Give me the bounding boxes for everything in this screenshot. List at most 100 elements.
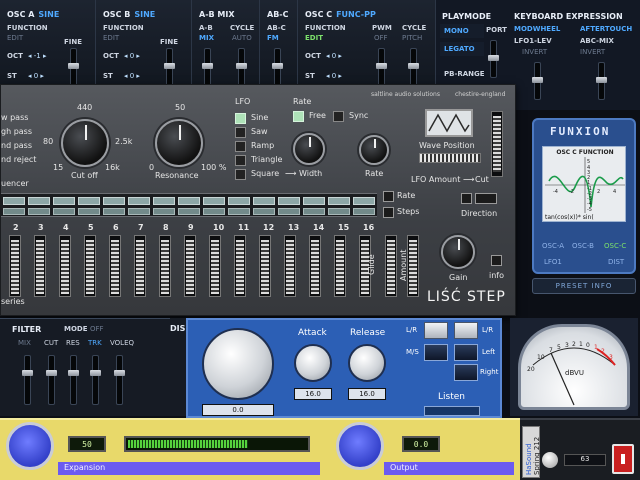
step-led-13[interactable] — [278, 197, 300, 205]
step-fader-8[interactable] — [159, 235, 171, 297]
step-led-2[interactable] — [3, 197, 25, 205]
step-fader-12[interactable] — [259, 235, 271, 297]
step-led-4[interactable] — [53, 197, 75, 205]
expansion-knob[interactable] — [6, 422, 54, 470]
step-led-11[interactable] — [228, 197, 250, 205]
osc-c-pwm-slider[interactable] — [376, 48, 387, 86]
step-led-3[interactable] — [28, 197, 50, 205]
tab-osc-b[interactable]: OSC-B — [572, 242, 594, 250]
step-fader-11[interactable] — [234, 235, 246, 297]
tab-osc-a[interactable]: OSC-A — [542, 242, 564, 250]
step-led-8[interactable] — [153, 197, 175, 205]
step-toggle-5[interactable] — [78, 208, 100, 215]
osc-b-st-stepper[interactable]: ◂ 0 ▸ — [124, 72, 140, 80]
step-rate-button[interactable] — [383, 191, 394, 202]
rate-knob[interactable] — [359, 135, 389, 165]
filter-type-bandpass[interactable]: nd pass — [1, 141, 32, 150]
filter-cut-slider[interactable] — [46, 355, 57, 405]
rate-sync-checkbox[interactable] — [333, 111, 344, 122]
step-led-7[interactable] — [128, 197, 150, 205]
ab-c-fm-mode[interactable]: FM — [267, 34, 279, 42]
modwheel-invert-button[interactable]: INVERT — [522, 48, 547, 56]
lfo1-lev-target[interactable]: LFO1-LEV — [514, 37, 552, 45]
portamento-slider[interactable] — [488, 40, 499, 78]
filter-type-lowpass[interactable]: w pass — [1, 113, 28, 122]
osc-c-oct-stepper[interactable]: ◂ 0 ▸ — [326, 52, 342, 60]
ab-mix-auto-button[interactable]: AUTO — [232, 34, 252, 42]
direction-left-button[interactable] — [461, 193, 472, 204]
step-fader-13[interactable] — [284, 235, 296, 297]
step-toggle-15[interactable] — [328, 208, 350, 215]
step-led-16[interactable] — [353, 197, 375, 205]
step-toggle-14[interactable] — [303, 208, 325, 215]
function-formula[interactable]: tan(cos(x))* sin( — [545, 214, 594, 221]
filter-type-bandreject[interactable]: nd reject — [1, 155, 36, 164]
ms-button[interactable] — [424, 344, 448, 361]
osc-c-cycle-slider[interactable] — [408, 48, 419, 86]
step-led-5[interactable] — [78, 197, 100, 205]
aftertouch-amount-slider[interactable] — [596, 62, 607, 100]
function-display[interactable]: OSC C FUNCTION -4 -2 2 4 5 4 3 2 1 -1 -2… — [542, 146, 626, 222]
attack-knob[interactable] — [294, 344, 332, 382]
step-toggle-13[interactable] — [278, 208, 300, 215]
step-fader-15[interactable] — [334, 235, 346, 297]
step-fader-2[interactable] — [9, 235, 21, 297]
wave-saw-checkbox[interactable] — [235, 127, 246, 138]
step-led-9[interactable] — [178, 197, 200, 205]
osc-c-pwm-off[interactable]: OFF — [374, 34, 388, 42]
lr-link-button[interactable] — [454, 322, 478, 339]
osc-a-oct-stepper[interactable]: ◂ -1 ▸ — [28, 52, 46, 60]
output-knob[interactable] — [336, 422, 384, 470]
step-fader-14[interactable] — [309, 235, 321, 297]
step-led-10[interactable] — [203, 197, 225, 205]
legato-button[interactable]: LEGATO — [440, 42, 484, 56]
width-knob[interactable] — [293, 133, 325, 165]
step-toggle-4[interactable] — [53, 208, 75, 215]
filter-mix-slider[interactable] — [22, 355, 33, 405]
osc-b-edit-button[interactable]: EDIT — [103, 34, 119, 42]
modwheel-amount-slider[interactable] — [532, 62, 543, 100]
aftertouch-invert-button[interactable]: INVERT — [580, 48, 605, 56]
step-fader-3[interactable] — [34, 235, 46, 297]
osc-c-edit-button[interactable]: EDIT — [305, 34, 323, 42]
step-toggle-3[interactable] — [28, 208, 50, 215]
ab-c-slider[interactable] — [272, 48, 283, 86]
glide-fader[interactable] — [385, 235, 397, 297]
ab-mix-mode[interactable]: MIX — [199, 34, 214, 42]
osc-c-st-stepper[interactable]: ◂ 0 ▸ — [326, 72, 342, 80]
step-led-6[interactable] — [103, 197, 125, 205]
step-led-14[interactable] — [303, 197, 325, 205]
osc-b-fine-slider[interactable] — [164, 48, 175, 86]
mono-button[interactable]: MONO — [440, 24, 484, 38]
osc-c-wave[interactable]: FUNC-PP — [336, 10, 376, 19]
abc-mix-target[interactable]: ABC-MIX — [580, 37, 614, 45]
osc-b-oct-stepper[interactable]: ◂ 0 ▸ — [124, 52, 140, 60]
step-led-15[interactable] — [328, 197, 350, 205]
lfo-amount-fader[interactable] — [491, 111, 503, 177]
preset-info-button[interactable]: PRESET INFO — [532, 278, 636, 294]
filter-mode-value[interactable]: OFF — [90, 325, 104, 333]
step-toggle-12[interactable] — [253, 208, 275, 215]
step-led-12[interactable] — [253, 197, 275, 205]
step-fader-10[interactable] — [209, 235, 221, 297]
gain-knob[interactable] — [441, 235, 475, 269]
step-toggle-10[interactable] — [203, 208, 225, 215]
wave-sine-checkbox[interactable] — [235, 113, 246, 124]
step-toggle-6[interactable] — [103, 208, 125, 215]
wave-position-slider[interactable] — [419, 153, 481, 163]
step-toggle-9[interactable] — [178, 208, 200, 215]
info-button[interactable] — [491, 255, 502, 266]
spring-small-knob[interactable] — [542, 452, 558, 468]
tab-lfo1[interactable]: LFO1 — [544, 258, 562, 266]
step-toggle-7[interactable] — [128, 208, 150, 215]
steps-button[interactable] — [383, 207, 394, 218]
power-switch[interactable] — [612, 444, 634, 474]
osc-a-st-stepper[interactable]: ◂ 0 ▸ — [28, 72, 44, 80]
right-button[interactable] — [454, 364, 478, 381]
wave-triangle-checkbox[interactable] — [235, 155, 246, 166]
step-fader-5[interactable] — [84, 235, 96, 297]
tab-dist[interactable]: DIST — [608, 258, 624, 266]
release-knob[interactable] — [348, 344, 386, 382]
rate-free-checkbox[interactable] — [293, 111, 304, 122]
filter-trk-slider[interactable] — [90, 355, 101, 405]
